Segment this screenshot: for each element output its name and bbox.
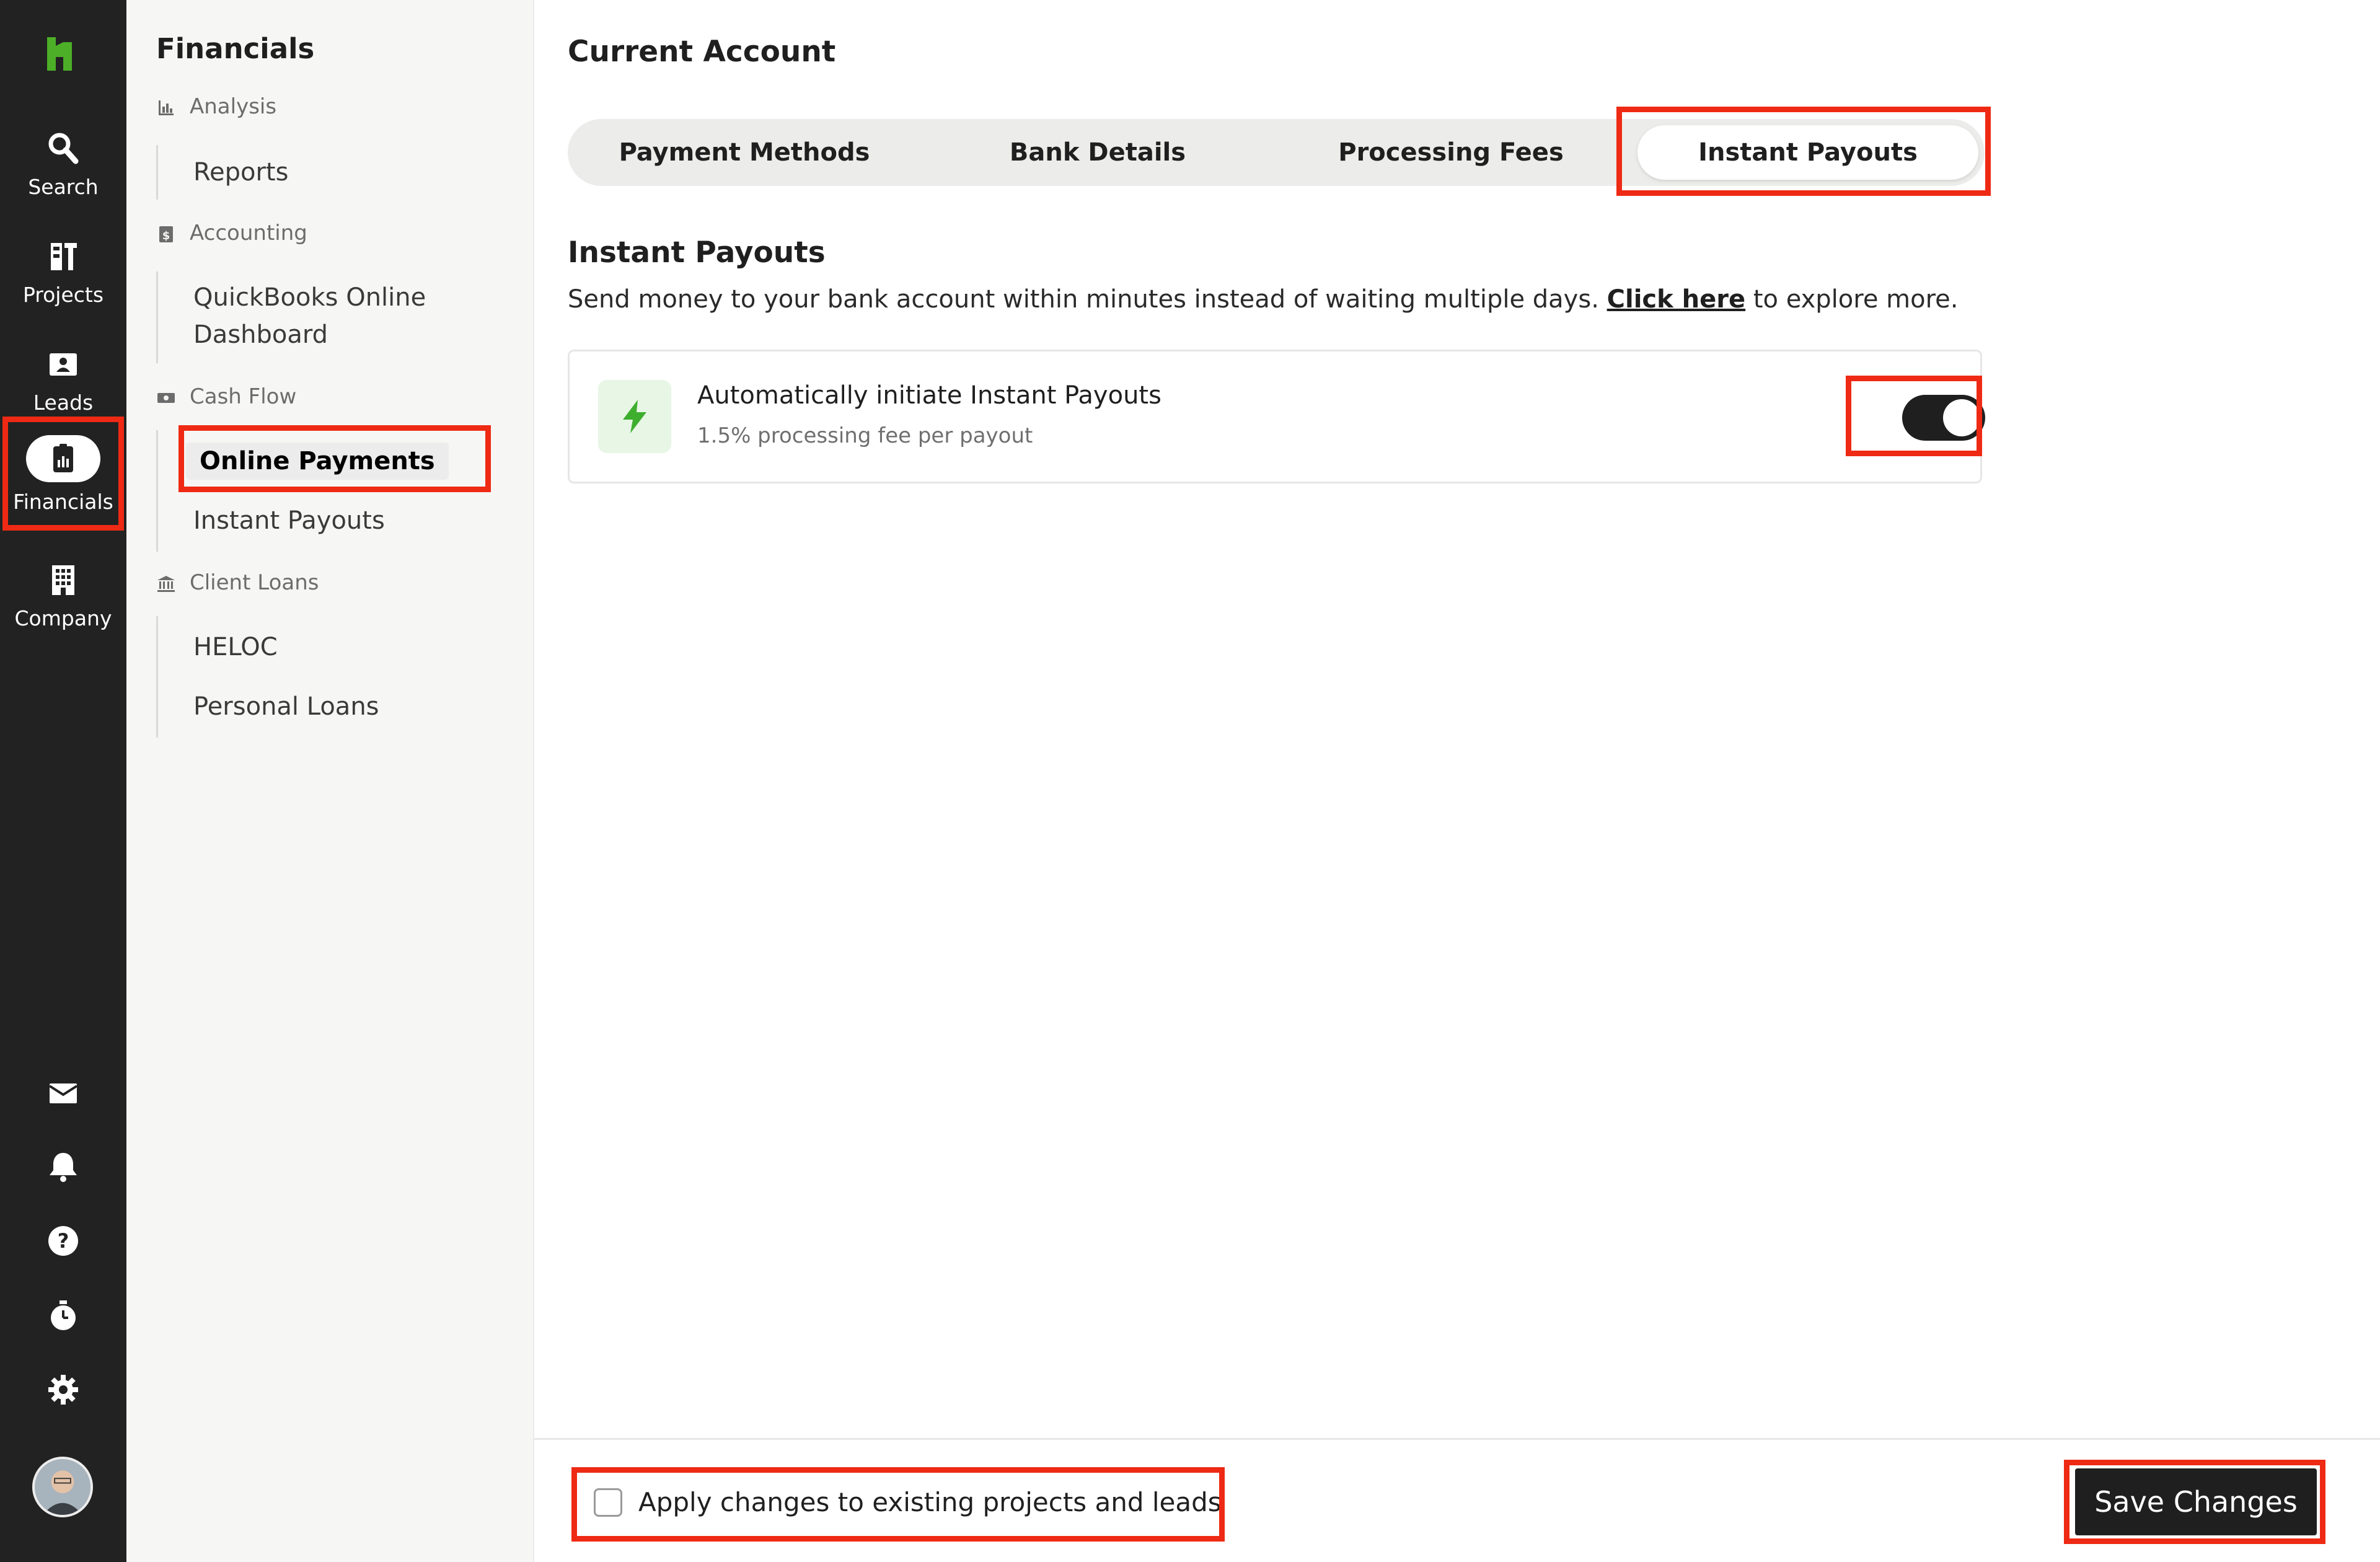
description-text: to explore more. — [1745, 285, 1959, 314]
sidebar-item-instant-payouts[interactable]: Instant Payouts — [193, 502, 385, 539]
dollar-doc-icon: $ — [156, 224, 176, 244]
gear-icon[interactable] — [45, 1371, 82, 1408]
group-divider — [156, 430, 158, 552]
rail-label: Search — [28, 175, 99, 199]
rail-item-financials[interactable]: Financials — [0, 426, 126, 532]
group-divider — [156, 271, 158, 363]
rail-item-search[interactable]: Search — [0, 118, 126, 223]
auto-payout-toggle[interactable] — [1902, 395, 1985, 441]
search-icon — [45, 130, 82, 167]
section-title: Instant Payouts — [568, 236, 826, 270]
timer-icon[interactable] — [45, 1297, 82, 1334]
section-description: Send money to your bank account within m… — [568, 285, 1958, 314]
group-label: Accounting — [190, 221, 307, 245]
financials-icon — [45, 440, 82, 477]
sidebar-item-online-payments[interactable]: Online Payments — [186, 443, 449, 480]
instant-payouts-card: Automatically initiate Instant Payouts 1… — [568, 350, 1985, 483]
rail-label: Projects — [22, 283, 104, 307]
rail-label: Leads — [33, 390, 94, 415]
projects-icon — [45, 238, 82, 275]
bell-icon[interactable] — [45, 1148, 82, 1185]
main-content: Current Account Payment Methods Bank Det… — [534, 0, 2380, 1562]
rail-label: Financials — [13, 490, 113, 514]
user-avatar[interactable] — [32, 1457, 93, 1517]
apply-changes-label[interactable]: Apply changes to existing projects and l… — [638, 1487, 1222, 1517]
sidebar-item-label: Dashboard — [193, 320, 328, 349]
group-label: Client Loans — [190, 570, 319, 595]
sidebar-group-client-loans: Client Loans — [156, 570, 319, 595]
leads-icon — [45, 346, 82, 383]
group-divider — [156, 145, 158, 200]
click-here-link[interactable]: Click here — [1607, 285, 1745, 314]
sidebar-title: Financials — [156, 32, 315, 65]
svg-text:?: ? — [58, 1229, 69, 1253]
sidebar-group-analysis: Analysis — [156, 94, 276, 119]
bank-icon — [156, 574, 176, 594]
sidebar-item-personal-loans[interactable]: Personal Loans — [193, 688, 379, 725]
rail-item-leads[interactable]: Leads — [0, 333, 126, 439]
toggle-knob — [1943, 399, 1980, 436]
group-divider — [156, 616, 158, 738]
bolt-icon — [598, 380, 671, 453]
save-changes-button[interactable]: Save Changes — [2075, 1468, 2317, 1535]
group-label: Analysis — [190, 94, 277, 119]
sidebar-item-label: QuickBooks Online — [193, 283, 426, 312]
svg-text:$: $ — [162, 229, 170, 242]
financials-sidebar: Financials Analysis Reports $ Accounting … — [126, 0, 534, 1562]
sidebar-item-reports[interactable]: Reports — [193, 154, 288, 191]
card-subtitle: 1.5% processing fee per payout — [697, 423, 1033, 448]
bar-chart-icon — [156, 98, 176, 118]
rail-label: Company — [14, 606, 112, 630]
page-title: Current Account — [568, 35, 836, 69]
help-icon[interactable]: ? — [45, 1222, 82, 1260]
sidebar-item-heloc[interactable]: HELOC — [193, 629, 278, 666]
company-icon — [45, 562, 82, 599]
tab-bar: Payment Methods Bank Details Processing … — [568, 119, 1985, 186]
description-text: Send money to your bank account within m… — [568, 285, 1607, 314]
app-nav-rail: Search Projects Leads Financials Company… — [0, 0, 126, 1562]
brand-logo[interactable] — [45, 36, 79, 72]
rail-item-company[interactable]: Company — [0, 549, 126, 655]
cash-icon — [156, 388, 176, 408]
sidebar-item-quickbooks[interactable]: QuickBooks Online Dashboard — [193, 279, 426, 353]
group-label: Cash Flow — [190, 384, 297, 409]
sidebar-group-cash-flow: Cash Flow — [156, 384, 296, 409]
tab-instant-payouts[interactable]: Instant Payouts — [1637, 125, 1978, 180]
tab-processing-fees[interactable]: Processing Fees — [1274, 119, 1628, 186]
sidebar-group-accounting: $ Accounting — [156, 221, 307, 245]
rail-item-projects[interactable]: Projects — [0, 226, 126, 331]
tab-payment-methods[interactable]: Payment Methods — [568, 119, 921, 186]
card-title: Automatically initiate Instant Payouts — [697, 381, 1161, 410]
tab-bank-details[interactable]: Bank Details — [921, 119, 1274, 186]
footer-bar: Apply changes to existing projects and l… — [534, 1438, 2380, 1562]
apply-changes-checkbox[interactable] — [594, 1488, 622, 1517]
inbox-icon[interactable] — [45, 1075, 82, 1112]
